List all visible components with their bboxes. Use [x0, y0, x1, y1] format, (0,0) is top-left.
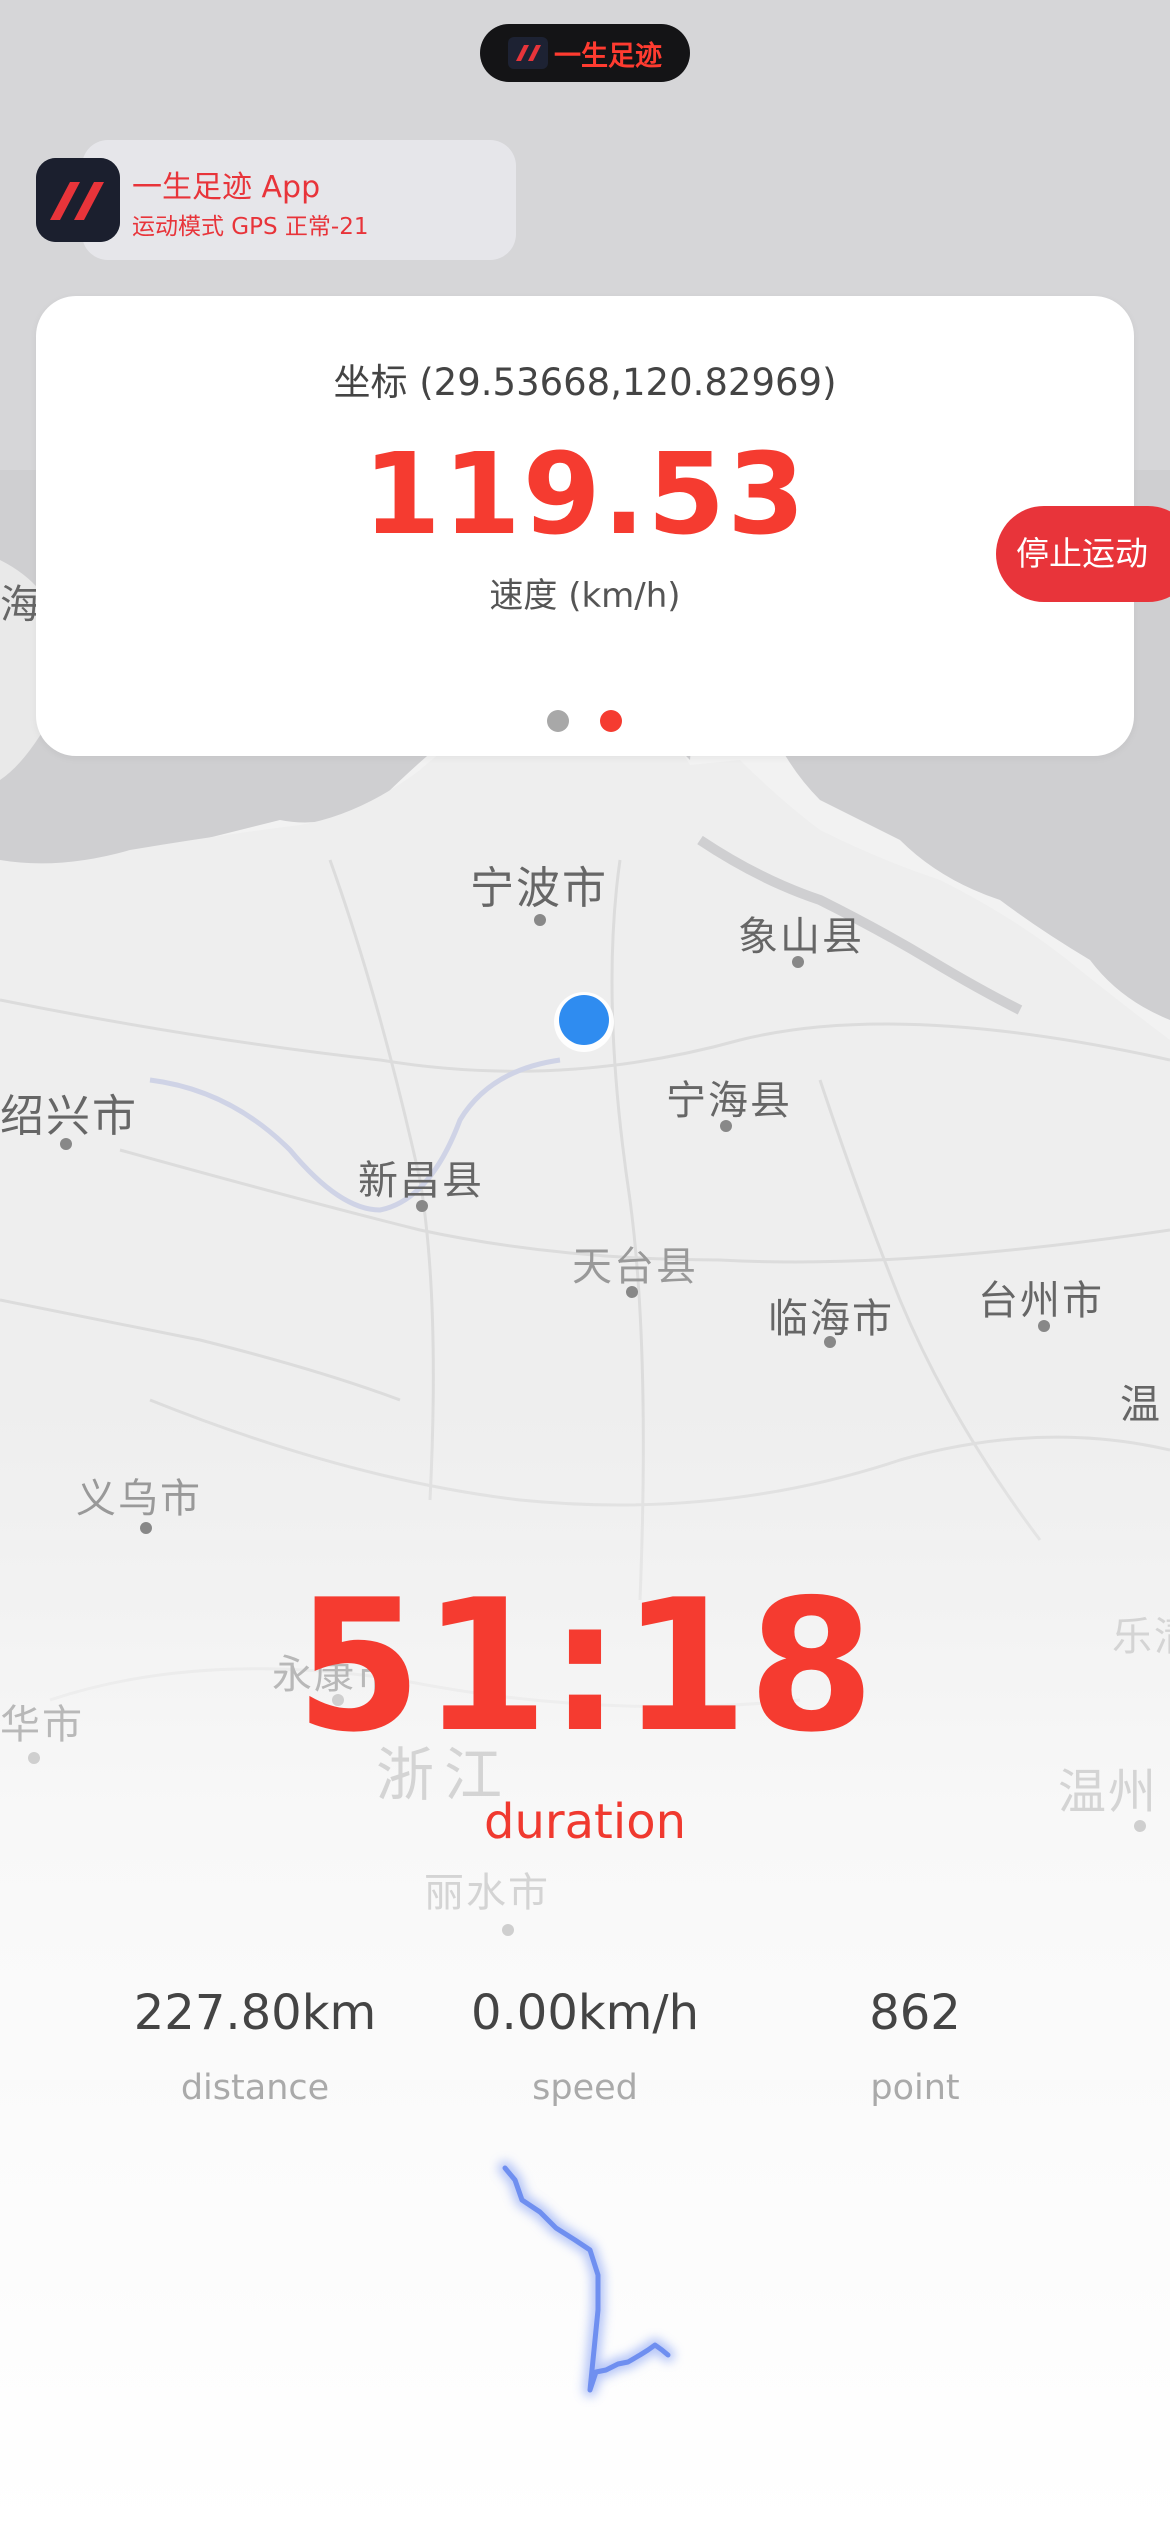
map-label-xinchang: 新昌县	[358, 1158, 484, 1204]
map-label-lishui: 丽水市	[424, 1870, 550, 1916]
point-label: point	[870, 2068, 960, 2108]
distance-value: 227.80km	[133, 1985, 377, 2041]
map-label-wen: 温	[1120, 1382, 1162, 1428]
page-indicator-dot-2[interactable]	[600, 710, 622, 732]
speed-stat-label: speed	[532, 2068, 638, 2108]
notification-title: 一生足迹 App	[132, 170, 321, 205]
duration-value: 51:18	[295, 1560, 875, 1772]
app-logo-icon	[36, 158, 120, 242]
map-label-xiangshan: 象山县	[738, 914, 864, 960]
distance-label: distance	[180, 2068, 330, 2108]
notification-subtitle: 运动模式 GPS 正常-21	[132, 214, 369, 240]
map-label-tiantai: 天台县	[572, 1244, 698, 1290]
map-label-taizhou: 台州市	[978, 1278, 1104, 1324]
map-label-ninghai: 宁海县	[666, 1078, 792, 1124]
speed-stat-value: 0.00km/h	[470, 1985, 700, 2041]
coordinate-text: 坐标 (29.53668,120.82969)	[333, 361, 837, 404]
map-label-linhai: 临海市	[768, 1296, 894, 1342]
app-icon[interactable]	[36, 158, 120, 242]
island-text: 一生足迹	[554, 40, 662, 72]
speed-value: 119.53	[362, 430, 808, 560]
page-indicator-dot-1[interactable]	[547, 710, 569, 732]
point-value: 862	[869, 1985, 961, 2041]
stop-workout-button[interactable]: 停止运动	[996, 506, 1170, 602]
map-label-shaoxing: 绍兴市	[0, 1091, 138, 1142]
app-logo-icon	[508, 37, 548, 69]
duration-label: duration	[484, 1794, 686, 1850]
map-label-ningbo: 宁波市	[470, 863, 608, 914]
map-label-yiwu: 义乌市	[76, 1476, 202, 1522]
live-activity-island[interactable]: 一生足迹	[480, 24, 690, 82]
speed-unit-label: 速度 (km/h)	[489, 576, 681, 616]
